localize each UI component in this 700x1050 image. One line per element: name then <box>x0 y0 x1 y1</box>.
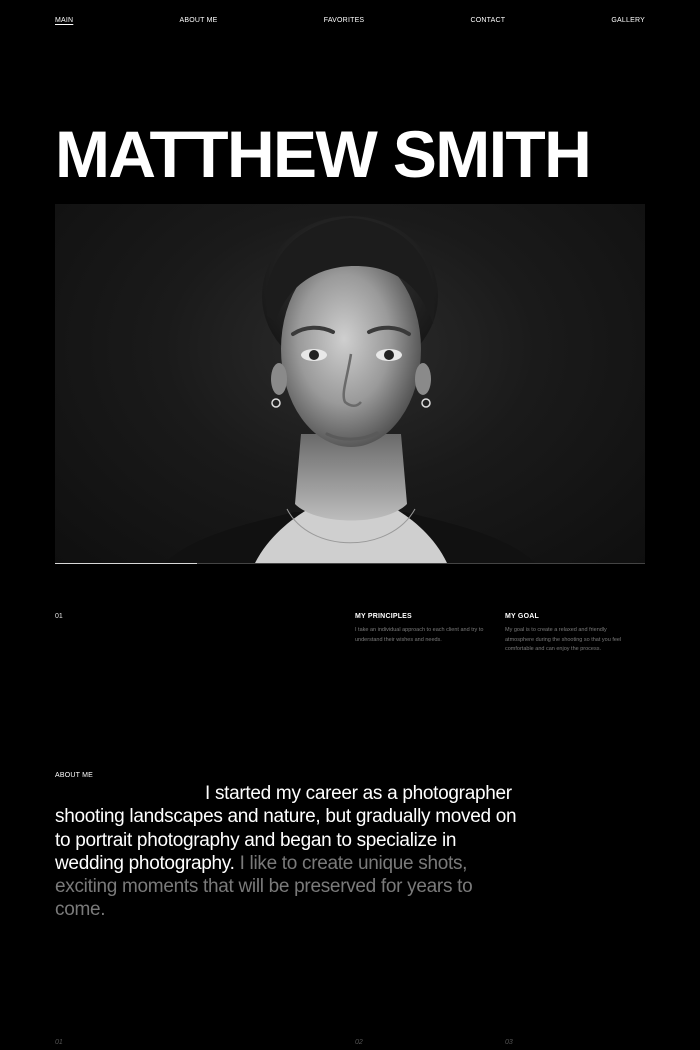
nav-contact[interactable]: CONTACT <box>471 17 506 24</box>
portrait-illustration <box>165 216 535 563</box>
goal-title: MY GOAL <box>505 613 539 620</box>
section-index: 01 <box>55 613 63 620</box>
footer-index-3: 03 <box>505 1039 513 1046</box>
slider-progress-fill <box>55 563 197 564</box>
nav-gallery[interactable]: GALLERY <box>611 17 645 24</box>
nav-about-me[interactable]: ABOUT ME <box>180 17 218 24</box>
principles-title: MY PRINCIPLES <box>355 613 412 620</box>
hero-title: MATTHEW SMITH <box>55 117 592 191</box>
footer-index-1: 01 <box>55 1039 63 1046</box>
principles-text: I take an individual approach to each cl… <box>355 627 484 643</box>
nav-main[interactable]: MAIN <box>55 17 73 24</box>
goal-text: My goal is to create a relaxed and frien… <box>505 627 622 653</box>
footer-index-2: 02 <box>355 1039 363 1046</box>
main-nav: MAIN ABOUT ME FAVORITES CONTACT GALLERY <box>55 14 645 26</box>
portrait-photo <box>55 204 645 563</box>
about-label: ABOUT ME <box>55 772 94 779</box>
nav-favorites[interactable]: FAVORITES <box>324 17 365 24</box>
about-paragraph: I started my career as a photographer sh… <box>55 782 525 922</box>
slider-progress-track[interactable] <box>55 563 645 564</box>
